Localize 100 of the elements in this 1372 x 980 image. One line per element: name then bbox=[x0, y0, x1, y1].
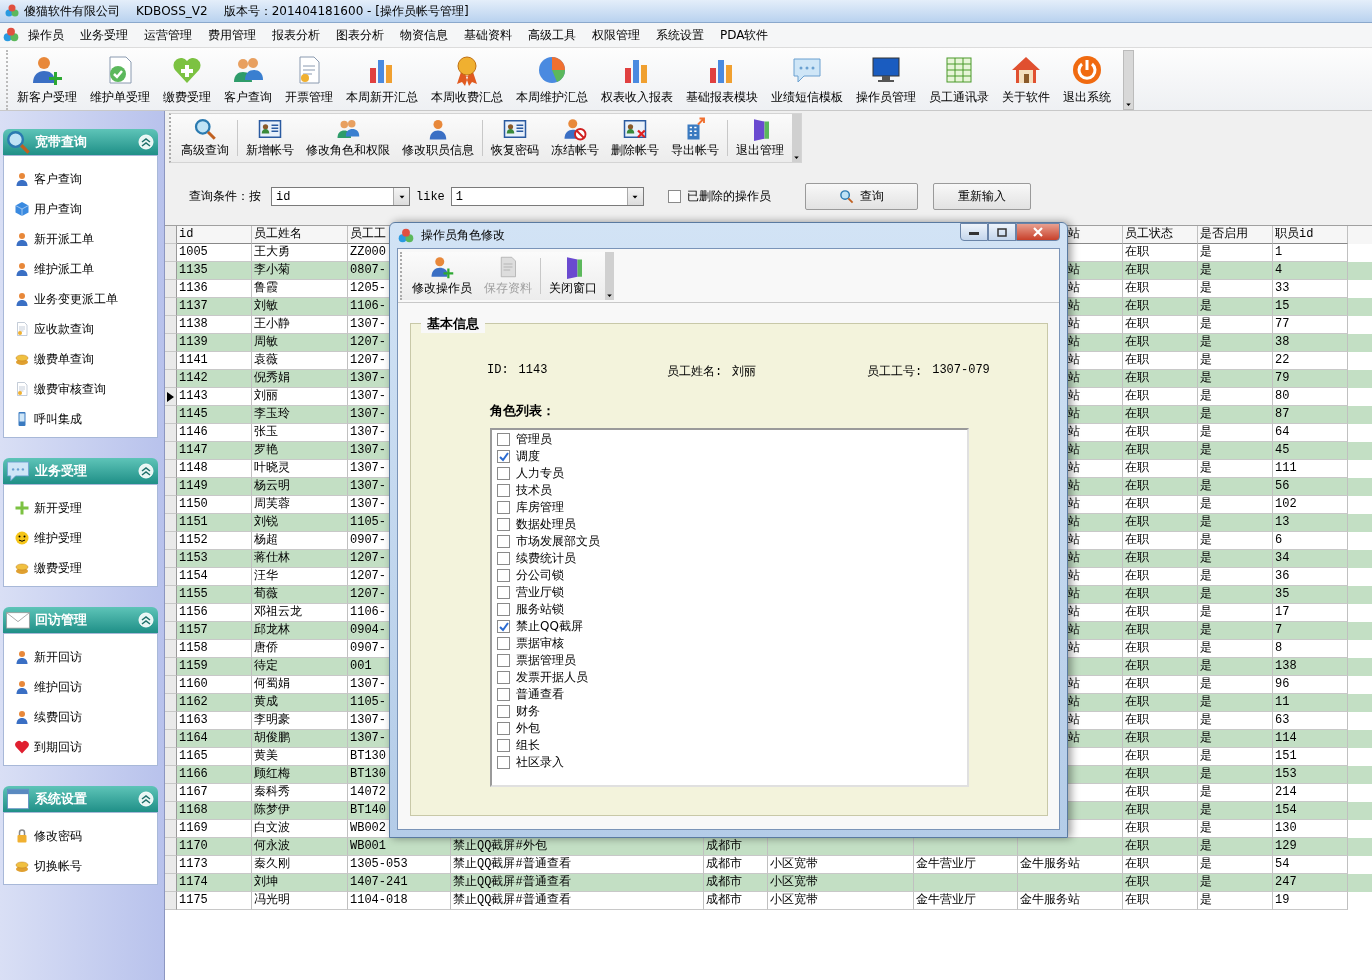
dropdown-button[interactable] bbox=[626, 188, 643, 205]
sidebar-item[interactable]: 新开回访 bbox=[34, 648, 82, 666]
toolbar-overflow-button[interactable] bbox=[605, 252, 614, 300]
column-header[interactable]: 是否启用 bbox=[1200, 227, 1248, 241]
menu-item[interactable]: PDA软件 bbox=[712, 24, 777, 46]
sidebar-item[interactable]: 新开派工单 bbox=[34, 230, 94, 248]
column-header[interactable]: 站 bbox=[1068, 227, 1080, 241]
checkbox[interactable] bbox=[497, 518, 510, 531]
checkbox[interactable] bbox=[667, 190, 681, 203]
checkbox-label[interactable]: 库房管理 bbox=[516, 499, 564, 516]
toolbar-button[interactable]: 业绩短信模板 bbox=[766, 50, 848, 110]
menu-item[interactable]: 物资信息 bbox=[392, 24, 456, 46]
toolbar-button[interactable]: 退出管理 bbox=[730, 114, 790, 162]
toolbar-button[interactable]: 修改角色和权限 bbox=[300, 114, 396, 162]
toolbar-button[interactable]: 本周收费汇总 bbox=[426, 50, 508, 110]
toolbar-button[interactable]: 开票管理 bbox=[280, 50, 338, 110]
menu-item[interactable]: 运营管理 bbox=[136, 24, 200, 46]
menu-item[interactable]: 业务受理 bbox=[72, 24, 136, 46]
toolbar-button[interactable]: 维护单受理 bbox=[85, 50, 155, 110]
checkbox[interactable] bbox=[497, 756, 510, 769]
minimize-button[interactable] bbox=[960, 223, 988, 241]
sidebar-item[interactable]: 用户查询 bbox=[34, 200, 82, 218]
dropdown-button[interactable] bbox=[393, 188, 409, 205]
toolbar-button[interactable]: 修改操作员 bbox=[406, 252, 478, 300]
toolbar-button[interactable]: 导出帐号 bbox=[665, 114, 725, 162]
menu-item[interactable]: 图表分析 bbox=[328, 24, 392, 46]
checkbox-label[interactable]: 管理员 bbox=[516, 431, 552, 448]
column-header[interactable]: 职员id bbox=[1275, 227, 1314, 241]
toolbar-button[interactable]: 本周新开汇总 bbox=[341, 50, 423, 110]
checkbox[interactable] bbox=[497, 705, 510, 718]
toolbar-button[interactable]: 关于软件 bbox=[997, 50, 1055, 110]
toolbar-button[interactable]: 缴费受理 bbox=[158, 50, 216, 110]
sidebar-item[interactable]: 续费回访 bbox=[34, 708, 82, 726]
menu-item[interactable]: 操作员 bbox=[20, 24, 72, 46]
search-button[interactable]: 查询 bbox=[804, 183, 918, 210]
checkbox[interactable] bbox=[497, 450, 510, 463]
menu-item[interactable]: 高级工具 bbox=[520, 24, 584, 46]
dropdown-field[interactable]: id bbox=[271, 187, 410, 206]
sidebar-item[interactable]: 切换帐号 bbox=[34, 857, 82, 875]
checkbox-label[interactable]: 分公司锁 bbox=[516, 567, 564, 584]
sidebar-item[interactable]: 维护受理 bbox=[34, 529, 82, 547]
toolbar-overflow-button[interactable] bbox=[1123, 50, 1134, 110]
checkbox-label[interactable]: 社区录入 bbox=[516, 754, 564, 771]
toolbar-button[interactable]: 操作员管理 bbox=[851, 50, 921, 110]
sidebar-item[interactable]: 业务变更派工单 bbox=[34, 290, 118, 308]
sidebar-item[interactable]: 缴费审核查询 bbox=[34, 380, 106, 398]
checkbox-label[interactable]: 票据审核 bbox=[516, 635, 564, 652]
sidebar-item[interactable]: 缴费单查询 bbox=[34, 350, 94, 368]
checkbox-label[interactable]: 普通查看 bbox=[516, 686, 564, 703]
toolbar-button[interactable]: 客户查询 bbox=[219, 50, 277, 110]
toolbar-button[interactable]: 删除帐号 bbox=[605, 114, 665, 162]
checkbox-label[interactable]: 发票开据人员 bbox=[516, 669, 588, 686]
checkbox-label[interactable]: 已删除的操作员 bbox=[686, 188, 771, 205]
checkbox-label[interactable]: 营业厅锁 bbox=[516, 584, 564, 601]
toolbar-button[interactable]: 权表收入报表 bbox=[596, 50, 678, 110]
sidebar-item[interactable]: 到期回访 bbox=[34, 738, 82, 756]
toolbar-button[interactable]: 本周维护汇总 bbox=[511, 50, 593, 110]
checkbox[interactable] bbox=[497, 739, 510, 752]
checkbox[interactable] bbox=[497, 654, 510, 667]
toolbar-button[interactable]: 员工通讯录 bbox=[924, 50, 994, 110]
checkbox-label[interactable]: 技术员 bbox=[516, 482, 552, 499]
checkbox[interactable] bbox=[497, 586, 510, 599]
toolbar-button[interactable]: 退出系统 bbox=[1058, 50, 1116, 110]
checkbox[interactable] bbox=[497, 501, 510, 514]
toolbar-button[interactable]: 恢复密码 bbox=[485, 114, 545, 162]
toolbar-overflow-button[interactable] bbox=[792, 114, 801, 162]
table-row[interactable]: 1174 刘坤 1407-241 禁止QQ截屏#普通查看 成都市 小区宽带 在职 是 247 bbox=[165, 874, 1372, 892]
checkbox-label[interactable]: 财务 bbox=[516, 703, 540, 720]
checkbox-label[interactable]: 禁止QQ截屏 bbox=[516, 618, 583, 635]
reset-button[interactable]: 重新输入 bbox=[932, 183, 1031, 210]
checkbox[interactable] bbox=[497, 688, 510, 701]
sidebar-item[interactable]: 新开受理 bbox=[34, 499, 82, 517]
sidebar-item[interactable]: 客户查询 bbox=[34, 170, 82, 188]
checkbox[interactable] bbox=[497, 671, 510, 684]
menu-item[interactable]: 报表分析 bbox=[264, 24, 328, 46]
column-header[interactable]: id bbox=[179, 227, 194, 241]
sidebar-item[interactable]: 呼叫集成 bbox=[34, 410, 82, 428]
toolbar-button[interactable]: 基础报表模块 bbox=[681, 50, 763, 110]
checkbox-label[interactable]: 市场发展部文员 bbox=[516, 533, 600, 550]
menu-item[interactable]: 费用管理 bbox=[200, 24, 264, 46]
checkbox[interactable] bbox=[497, 552, 510, 565]
checkbox-label[interactable]: 票据管理员 bbox=[516, 652, 576, 669]
sidebar-item[interactable]: 缴费受理 bbox=[34, 559, 82, 577]
checkbox[interactable] bbox=[497, 603, 510, 616]
maximize-button[interactable] bbox=[988, 223, 1016, 241]
sidebar-item[interactable]: 修改密码 bbox=[34, 827, 82, 845]
checkbox[interactable] bbox=[497, 433, 510, 446]
menu-item[interactable]: 基础资料 bbox=[456, 24, 520, 46]
checkbox-label[interactable]: 外包 bbox=[516, 720, 540, 737]
menu-item[interactable]: 权限管理 bbox=[584, 24, 648, 46]
checkbox-label[interactable]: 调度 bbox=[516, 448, 540, 465]
close-button[interactable] bbox=[1016, 223, 1060, 241]
checkbox[interactable] bbox=[497, 722, 510, 735]
row-header[interactable] bbox=[165, 388, 177, 406]
checkbox-label[interactable]: 数据处理员 bbox=[516, 516, 576, 533]
checkbox[interactable] bbox=[497, 620, 510, 633]
dropdown-field[interactable]: 1 bbox=[450, 187, 644, 206]
checkbox-label[interactable]: 续费统计员 bbox=[516, 550, 576, 567]
checkbox[interactable] bbox=[497, 467, 510, 480]
checkbox-label[interactable]: 人力专员 bbox=[516, 465, 564, 482]
